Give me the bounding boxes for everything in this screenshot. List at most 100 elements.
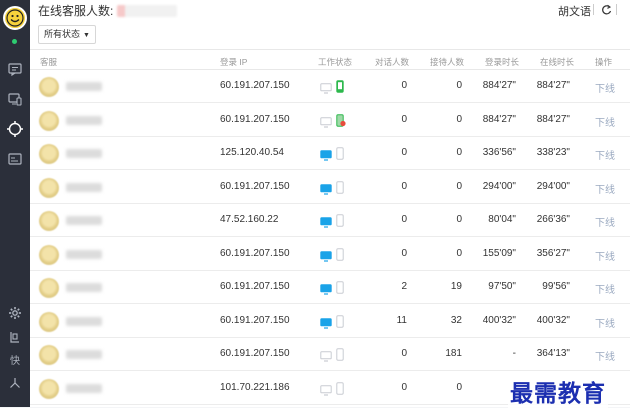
offline-link[interactable]: 下线 bbox=[595, 315, 615, 330]
smiley-icon bbox=[6, 9, 24, 27]
offline-link[interactable]: 下线 bbox=[595, 348, 615, 363]
login-duration: 155'09" bbox=[482, 247, 516, 259]
agent-avatar bbox=[39, 177, 59, 198]
offline-link[interactable]: 下线 bbox=[595, 248, 615, 263]
offline-link[interactable]: 下线 bbox=[595, 281, 615, 296]
chat-count: 0 bbox=[401, 80, 407, 91]
chat-count: 2 bbox=[401, 281, 407, 292]
agent-avatar bbox=[39, 211, 59, 231]
agent-avatar bbox=[39, 244, 59, 265]
reception-count: 181 bbox=[445, 348, 462, 359]
mobile-status-icon bbox=[336, 348, 344, 366]
agent-name-redacted bbox=[66, 249, 102, 259]
reception-count: 0 bbox=[456, 113, 462, 125]
sidebar: 快 bbox=[0, 0, 30, 407]
mobile-status-icon bbox=[336, 281, 344, 299]
reception-count: 0 bbox=[456, 214, 462, 225]
network-icon[interactable] bbox=[6, 374, 24, 392]
table-row: 60.191.207.150 0 0 884'27" 884'27" 下线 bbox=[30, 104, 630, 137]
shortcut-label[interactable]: 快 bbox=[6, 350, 24, 368]
table-row: 60.191.207.150 0 0 155'09" 356'27" 下线 bbox=[30, 238, 630, 271]
agent-avatar bbox=[39, 278, 59, 298]
pc-status-icon bbox=[320, 215, 332, 233]
chat-count: 0 bbox=[401, 214, 407, 225]
col-header-reception-count: 接待人数 bbox=[430, 57, 465, 67]
chat-icon[interactable] bbox=[6, 60, 24, 78]
divider-line bbox=[30, 49, 630, 50]
reception-count: 0 bbox=[456, 147, 462, 158]
agent-name-redacted bbox=[66, 316, 102, 326]
chat-count: 0 bbox=[401, 348, 407, 359]
separator bbox=[593, 4, 594, 15]
pc-status-icon bbox=[320, 249, 332, 267]
online-duration: 400'32" bbox=[536, 314, 570, 326]
agent-avatar bbox=[39, 345, 59, 365]
pc-status-icon bbox=[320, 148, 332, 166]
login-duration: 336'56" bbox=[482, 147, 516, 158]
mobile-status-icon bbox=[336, 247, 344, 266]
status-filter-dropdown[interactable]: 所有状态 ▼ bbox=[38, 25, 96, 44]
reception-count: 32 bbox=[450, 314, 462, 326]
login-ip: 60.191.207.150 bbox=[220, 180, 290, 192]
chat-count: 11 bbox=[396, 314, 407, 326]
mobile-status-icon bbox=[336, 314, 344, 333]
offline-link[interactable]: 下线 bbox=[595, 114, 615, 129]
refresh-icon[interactable] bbox=[601, 3, 612, 21]
online-duration: 884'27" bbox=[536, 80, 570, 91]
mobile-status-icon bbox=[336, 80, 344, 98]
agent-avatar bbox=[39, 378, 59, 399]
devices-icon[interactable] bbox=[6, 90, 24, 108]
col-header-online-duration: 在线时长 bbox=[540, 57, 575, 67]
separator bbox=[616, 4, 617, 15]
offline-link[interactable]: 下线 bbox=[595, 181, 615, 196]
table-row: 60.191.207.150 11 32 400'32" 400'32" 下线 bbox=[30, 305, 630, 338]
mobile-status-icon bbox=[336, 113, 346, 132]
mobile-status-icon bbox=[336, 214, 344, 232]
pc-status-icon bbox=[320, 182, 332, 200]
chat-count: 0 bbox=[401, 113, 407, 125]
online-count-redacted bbox=[117, 5, 178, 17]
caret-down-icon: ▼ bbox=[83, 32, 90, 39]
login-ip: 125.120.40.54 bbox=[220, 147, 284, 158]
offline-link[interactable]: 下线 bbox=[595, 214, 615, 229]
page-title-text: 在线客服人数: bbox=[38, 4, 114, 18]
settings-icon[interactable] bbox=[6, 304, 24, 322]
login-ip: 47.52.160.22 bbox=[220, 214, 279, 225]
col-header-agent: 客服 bbox=[40, 57, 58, 67]
main-panel: 在线客服人数: 胡文语 所有状态 ▼ 客服 登录 IP 工作状态 对话人数 接待人… bbox=[30, 0, 630, 407]
agent-avatar bbox=[39, 110, 59, 131]
offline-link[interactable]: 下线 bbox=[595, 80, 615, 95]
agent-name-redacted bbox=[66, 82, 102, 91]
report-icon[interactable] bbox=[6, 328, 24, 346]
pc-status-icon bbox=[320, 282, 332, 300]
online-status-dot bbox=[12, 39, 17, 44]
online-duration: 99'56" bbox=[542, 281, 570, 292]
reception-count: 0 bbox=[456, 80, 462, 91]
page-title: 在线客服人数: bbox=[38, 2, 178, 19]
agent-name-redacted bbox=[66, 115, 102, 125]
reception-count: 0 bbox=[456, 180, 462, 192]
target-icon[interactable] bbox=[6, 120, 24, 138]
login-ip: 60.191.207.150 bbox=[220, 314, 290, 326]
col-header-login-duration: 登录时长 bbox=[485, 57, 520, 67]
id-card-icon[interactable] bbox=[6, 150, 24, 168]
login-ip: 101.70.221.186 bbox=[220, 381, 290, 393]
offline-link[interactable]: 下线 bbox=[595, 147, 615, 162]
login-duration: 97'50" bbox=[488, 281, 516, 292]
login-ip: 60.191.207.150 bbox=[220, 348, 290, 359]
mobile-status-icon bbox=[336, 180, 344, 199]
pc-status-icon bbox=[320, 316, 332, 334]
watermark-logo: 最需教育 bbox=[508, 374, 608, 408]
user-avatar[interactable] bbox=[3, 6, 27, 30]
login-ip: 60.191.207.150 bbox=[220, 80, 290, 91]
agent-avatar bbox=[39, 77, 59, 97]
reception-count: 0 bbox=[456, 247, 462, 259]
table-row: 60.191.207.150 0 181 - 364'13" 下线 bbox=[30, 338, 630, 371]
current-user-name[interactable]: 胡文语 bbox=[558, 3, 591, 19]
chat-count: 0 bbox=[401, 247, 407, 259]
table-row: 60.191.207.150 0 0 884'27" 884'27" 下线 bbox=[30, 70, 630, 103]
col-header-action: 操作 bbox=[595, 57, 613, 67]
col-header-work-status: 工作状态 bbox=[318, 57, 353, 67]
mobile-status-icon bbox=[336, 147, 344, 165]
agent-name-redacted bbox=[66, 149, 102, 158]
